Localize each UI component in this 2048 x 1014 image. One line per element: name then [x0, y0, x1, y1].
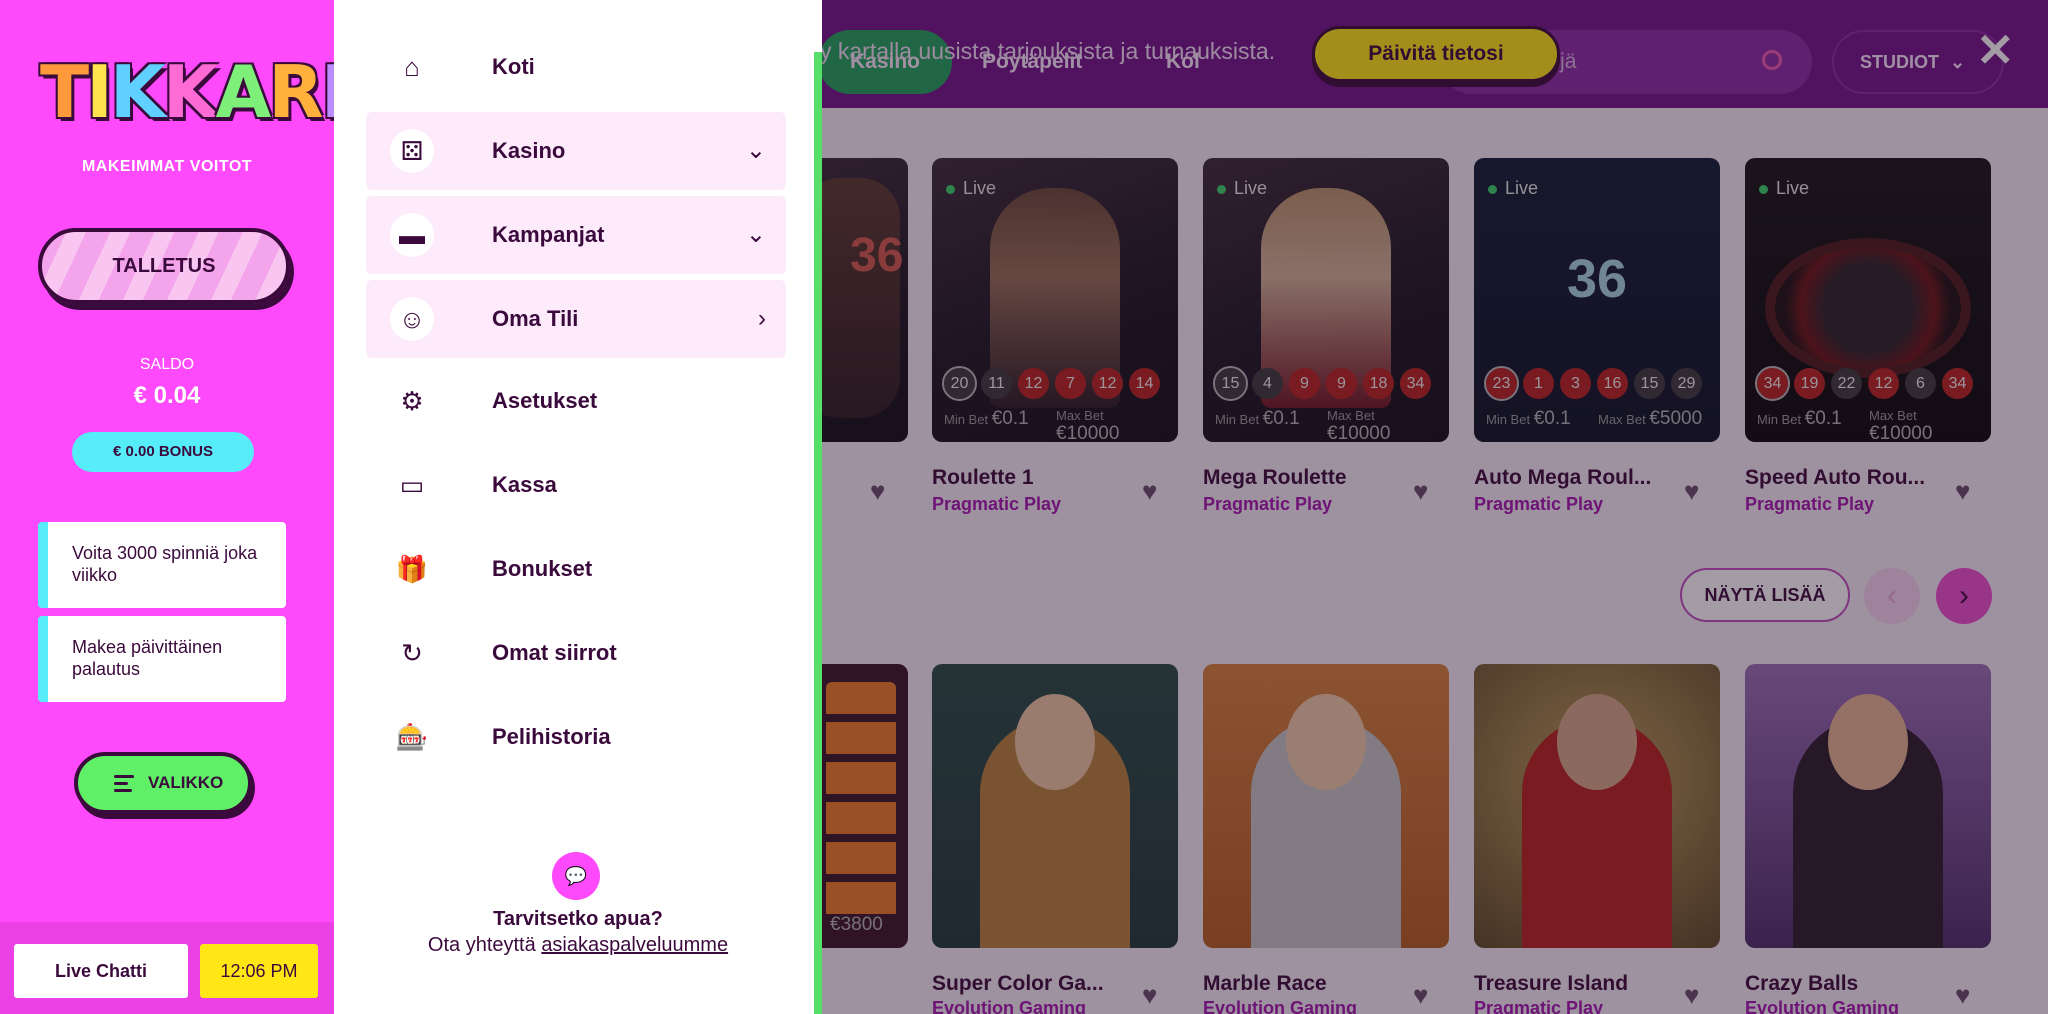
balance-value: € 0.04 — [133, 382, 201, 409]
tagline: MAKEIMMAT VOITOT — [81, 158, 253, 175]
ticket-icon: ▬ — [390, 213, 434, 257]
menu-item-label: Koti — [492, 54, 535, 79]
navigation-drawer: ⌂ Koti ⚄ Kasino ⌄ ▬ Kampanjat ⌄ ☺ Oma Ti… — [334, 0, 822, 1014]
menu-item-oma-tili[interactable]: ☺ Oma Tili › — [366, 280, 786, 358]
chevron-down-icon[interactable]: ⌄ — [746, 196, 766, 274]
menu-item-label: Pelihistoria — [492, 724, 611, 749]
dice-icon: ⚄ — [390, 129, 434, 173]
menu-item-kampanjat[interactable]: ▬ Kampanjat ⌄ — [366, 196, 786, 274]
menu-item-koti[interactable]: ⌂ Koti — [366, 28, 786, 106]
gear-icon: ⚙ — [400, 386, 424, 416]
menu-item-omat-siirrot[interactable]: ↻ Omat siirrot — [366, 614, 786, 692]
card-icon: ▭ — [399, 470, 425, 500]
help-text: Ota yhteyttä asiakaspalveluumme — [334, 934, 822, 957]
menu-item-label: Oma Tili — [492, 306, 579, 331]
deposit-button[interactable]: TALLETUS — [38, 228, 290, 304]
tikkari-logo[interactable]: TIKKARI — [40, 52, 347, 132]
left-sidebar: TIKKARI MAKEIMMAT VOITOT TALLETUS SALDO … — [0, 0, 347, 1014]
menu-item-label: Kassa — [492, 472, 557, 497]
menu-item-label: Asetukset — [492, 388, 598, 413]
transactions-icon: ↻ — [401, 638, 423, 668]
promo-card-weekly-spins[interactable]: Voita 3000 spinniä joka viikko — [38, 522, 286, 608]
menu-button[interactable]: VALIKKO — [74, 752, 252, 814]
account-icon: ☺ — [390, 297, 434, 341]
promo-card-daily-cashback[interactable]: Makea päivittäinen palautus — [38, 616, 286, 702]
bonus-balance-badge[interactable]: € 0.00 BONUS — [72, 432, 254, 472]
gift-icon: 🎁 — [395, 554, 429, 584]
menu-item-pelihistoria[interactable]: 🎰 Pelihistoria — [366, 698, 786, 776]
clock-display: 12:06 PM — [200, 944, 318, 998]
chevron-down-icon[interactable]: ⌄ — [746, 112, 766, 190]
menu-item-label: Kampanjat — [492, 222, 605, 247]
menu-item-label: Kasino — [492, 138, 566, 163]
customer-service-link[interactable]: asiakaspalveluumme — [541, 934, 728, 956]
live-chat-button[interactable]: Live Chatti — [14, 944, 188, 998]
chat-icon[interactable]: 💬 — [552, 852, 600, 900]
menu-item-label: Omat siirrot — [492, 640, 617, 665]
menu-item-bonukset[interactable]: 🎁 Bonukset — [366, 530, 786, 608]
help-prefix: Ota yhteyttä — [427, 934, 536, 956]
menu-item-kasino[interactable]: ⚄ Kasino ⌄ — [366, 112, 786, 190]
menu-item-asetukset[interactable]: ⚙ Asetukset — [366, 362, 786, 440]
menu-item-kassa[interactable]: ▭ Kassa — [366, 446, 786, 524]
balance-label: SALDO — [139, 356, 195, 373]
history-icon: 🎰 — [395, 722, 429, 752]
menu-icon — [114, 775, 134, 792]
drawer-scroll-indicator — [814, 52, 822, 1014]
menu-button-label: VALIKKO — [148, 773, 224, 792]
chevron-right-icon[interactable]: › — [758, 280, 766, 358]
help-title: Tarvitsetko apua? — [493, 908, 663, 930]
home-icon: ⌂ — [404, 52, 420, 82]
menu-item-label: Bonukset — [492, 556, 593, 581]
